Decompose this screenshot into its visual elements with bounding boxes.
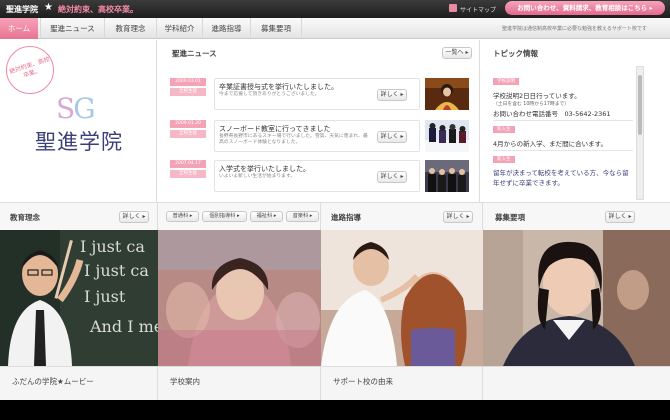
feature-header-admission: 募集要項 詳しく ▸ xyxy=(483,202,670,230)
divider xyxy=(493,120,633,121)
topic-text: 4月からの新入学、まだ間に合います。 xyxy=(493,140,607,148)
news-more-button[interactable]: 一覧へ ▸ xyxy=(442,47,472,59)
tab-philosophy[interactable]: 教育理念 xyxy=(104,18,156,39)
sg-logo-s: S xyxy=(56,92,75,125)
hairdresser-photo[interactable] xyxy=(321,230,483,366)
teacher-blackboard-photo[interactable]: I just ca I just ca I just And I me xyxy=(0,230,158,366)
dept-music-button[interactable]: 音楽科 ▸ xyxy=(286,211,319,222)
footer-school-guide[interactable]: 学校案内 xyxy=(158,366,321,400)
tab-admission[interactable]: 募集要項 xyxy=(250,18,302,39)
news-box: 入学式を挙行いたしました。 いよいよ新しい生活が始まります。 詳しく ▸ xyxy=(214,160,420,192)
news-date: 2009.03.01 xyxy=(170,78,206,86)
topics-scrollbar[interactable] xyxy=(636,66,644,200)
svg-text:I just: I just xyxy=(84,287,126,306)
tab-career[interactable]: 進路指導 xyxy=(202,18,250,39)
news-date: 2009.01.20 xyxy=(170,120,206,128)
topic-text-small: （土日を含む 10時から17時まで） xyxy=(493,102,570,107)
entrance-ceremony-photo[interactable] xyxy=(425,160,469,192)
topics-panel: トピック情報 学校説明 学校説明2日日行っています。 （土日を含む 10時から1… xyxy=(481,40,670,202)
news-category: 全校生徒 xyxy=(170,130,206,138)
svg-text:I just ca: I just ca xyxy=(84,261,149,280)
news-desc: 長野県長野市にあるスキー場で行いました。雪質、天気に恵まれ、最高のスノーボード体… xyxy=(219,134,368,145)
inquiry-button[interactable]: お問い合わせ、資料請求、教育相談はこちら ▸ xyxy=(505,1,665,15)
slogan: 絶対約束、高校卒業。 xyxy=(58,5,138,14)
svg-text:I just ca: I just ca xyxy=(80,237,145,256)
news-headline[interactable]: スノーボード教室に行ってきました xyxy=(219,124,330,134)
news-panel: 聖進ニュース 一覧へ ▸ 2009.03.01 全校生徒 卒業証書授与式を挙行い… xyxy=(158,40,480,202)
footer-origin[interactable]: サポート校の由来 xyxy=(321,366,483,400)
topic-link[interactable]: 留年が決まって転校を考えている方、今なら留 xyxy=(493,167,629,177)
svg-text:And I me: And I me xyxy=(89,317,158,336)
top-bar: 聖進学院 ★ 絶対約束、高校卒業。 サイトマップ お問い合わせ、資料請求、教育相… xyxy=(0,0,670,18)
snowboard-photo[interactable] xyxy=(425,120,469,152)
feature-header-departments: 普通科 ▸ 個別指導科 ▸ 福祉科 ▸ 音楽科 ▸ xyxy=(158,202,321,230)
news-item: 2009.03.01 全校生徒 卒業証書授与式を挙行いたしました。 今まで応援し… xyxy=(170,78,470,114)
footer-empty xyxy=(483,366,670,400)
footer-label[interactable]: 学校案内 xyxy=(170,376,200,387)
news-item: 2007.04.17 全校生徒 入学式を挙行いたしました。 いよいよ新しい生活が… xyxy=(170,160,470,196)
footer-movie[interactable]: ふだんの学院★ムービー xyxy=(0,366,158,400)
feature-header-philosophy: 教育理念 詳しく ▸ xyxy=(0,202,158,230)
brand-name[interactable]: 聖進学院 xyxy=(6,4,38,15)
news-title: 聖進ニュース xyxy=(172,49,217,58)
news-headline[interactable]: 卒業証書授与式を挙行いたしました。 xyxy=(219,82,338,92)
news-date: 2007.04.17 xyxy=(170,160,206,168)
topic-tag: 新入生 xyxy=(493,156,515,163)
feature-title: 進路指導 xyxy=(331,213,361,222)
graduation-photo[interactable] xyxy=(425,78,469,110)
topics-title: トピック情報 xyxy=(493,49,538,58)
news-box: スノーボード教室に行ってきました 長野県長野市にあるスキー場で行いました。雪質、… xyxy=(214,120,420,152)
footer-label[interactable]: サポート校の由来 xyxy=(333,376,393,387)
topic-text: 学校説明2日日行っています。 xyxy=(493,92,581,100)
dept-welfare-button[interactable]: 福祉科 ▸ xyxy=(250,211,283,222)
star-icon: ★ xyxy=(44,2,53,13)
feature-detail-button[interactable]: 詳しく ▸ xyxy=(443,211,473,223)
footer-label[interactable]: ふだんの学院★ムービー xyxy=(12,376,94,387)
divider xyxy=(493,150,633,151)
news-category: 全校生徒 xyxy=(170,88,206,96)
sg-logo: SG xyxy=(56,92,96,125)
logo-panel[interactable]: 絶対約束、高校卒業。 SG 聖進学院 xyxy=(0,40,157,202)
students-collage-photo[interactable] xyxy=(158,230,321,366)
news-headline[interactable]: 入学式を挙行いたしました。 xyxy=(219,164,310,174)
news-category: 全校生徒 xyxy=(170,170,206,178)
feature-detail-button[interactable]: 詳しく ▸ xyxy=(605,211,635,223)
news-desc: いよいよ新しい生活が始まります。 xyxy=(219,174,296,179)
main-nav: ホーム 聖進ニュース 教育理念 学科紹介 進路指導 募集要項 聖進学院は通信制高… xyxy=(0,18,670,39)
dept-individual-button[interactable]: 個別指導科 ▸ xyxy=(202,211,247,222)
tab-news[interactable]: 聖進ニュース xyxy=(40,18,104,39)
sitemap-icon[interactable] xyxy=(449,4,457,12)
news-detail-button[interactable]: 詳しく ▸ xyxy=(377,131,407,143)
sitemap-link[interactable]: サイトマップ xyxy=(460,5,496,14)
feature-title: 募集要項 xyxy=(495,213,525,222)
sg-logo-g: G xyxy=(73,92,95,125)
news-desc: 今まで応援して頂きありがとうございました。 xyxy=(219,92,320,97)
page: 聖進学院 ★ 絶対約束、高校卒業。 サイトマップ お問い合わせ、資料請求、教育相… xyxy=(0,0,670,400)
topic-tag: 新入生 xyxy=(493,126,515,133)
dept-general-button[interactable]: 普通科 ▸ xyxy=(166,211,199,222)
news-detail-button[interactable]: 詳しく ▸ xyxy=(377,89,407,101)
school-name: 聖進学院 xyxy=(35,130,123,154)
feature-title: 教育理念 xyxy=(10,213,40,222)
news-box: 卒業証書授与式を挙行いたしました。 今まで応援して頂きありがとうございました。 … xyxy=(214,78,420,110)
topic-tag: 学校説明 xyxy=(493,78,519,85)
tab-departments[interactable]: 学科紹介 xyxy=(156,18,202,39)
news-detail-button[interactable]: 詳しく ▸ xyxy=(377,171,407,183)
feature-detail-button[interactable]: 詳しく ▸ xyxy=(119,211,149,223)
topic-link[interactable]: 年せずに卒業できます。 xyxy=(493,177,564,187)
feature-header-career: 進路指導 詳しく ▸ xyxy=(321,202,483,230)
student-portrait-photo[interactable] xyxy=(483,230,670,366)
topic-text: お問い合わせ電話番号 03-5642-2361 xyxy=(493,110,611,118)
scroll-thumb[interactable] xyxy=(638,75,642,135)
news-item: 2009.01.20 全校生徒 スノーボード教室に行ってきました 長野県長野市に… xyxy=(170,120,470,156)
tab-home[interactable]: ホーム xyxy=(0,18,38,39)
nav-tagline: 聖進学院は通信制高校卒業に必要な勉強を教えるサポート校です xyxy=(502,26,647,32)
